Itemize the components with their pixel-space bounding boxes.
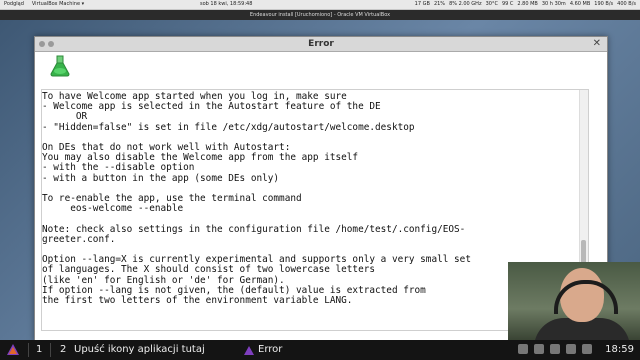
host-top-panel: Podgląd VirtualBox Machine ▾ sob 18 kwi,…	[0, 0, 640, 10]
host-stat: 2.80 MB	[517, 1, 538, 7]
close-button[interactable]: ✕	[593, 37, 601, 51]
error-dialog-titlebar[interactable]: Error ✕	[35, 37, 607, 52]
host-menu-item[interactable]: VirtualBox Machine ▾	[32, 0, 84, 9]
host-stat: 190 B/s	[594, 1, 614, 7]
vm-window-title: Endeavour install [Uruchomiono] - Oracle…	[0, 10, 640, 20]
host-clock[interactable]: sob 18 kwi, 18:59:48	[200, 0, 252, 9]
host-stat: 21%	[433, 1, 446, 7]
host-stat: 8% 2.00 GHz	[449, 1, 482, 7]
host-stat: 17 GB	[414, 1, 430, 7]
volume-icon[interactable]	[566, 344, 576, 354]
taskbar-separator	[28, 343, 29, 357]
display-icon[interactable]	[518, 344, 528, 354]
taskbar: 1 2 Upuść ikony aplikacji tutaj Error 18…	[0, 340, 640, 360]
message-text: To have Welcome app started when you log…	[42, 91, 471, 307]
taskbar-separator	[50, 343, 51, 357]
window-buttons	[39, 41, 54, 47]
host-stat: 99 C	[501, 1, 514, 7]
host-stat: 30°C	[485, 1, 498, 7]
endeavour-logo-icon[interactable]	[6, 343, 20, 357]
workspace-1[interactable]: 1	[36, 344, 42, 355]
dialog-title: Error	[308, 39, 334, 49]
system-tray	[518, 344, 592, 354]
window-button-icon[interactable]	[48, 41, 54, 47]
window-button-icon[interactable]	[39, 41, 45, 47]
host-stat: 400 B/s	[617, 1, 636, 7]
taskbar-task-error[interactable]: Error	[258, 344, 282, 355]
host-menu-item[interactable]: Podgląd	[4, 0, 24, 9]
usb-icon[interactable]	[550, 344, 560, 354]
taskbar-clock[interactable]: 18:59	[605, 344, 634, 355]
host-stat: 4.60 MB	[569, 1, 591, 7]
webcam-overlay	[508, 262, 640, 340]
power-icon[interactable]	[582, 344, 592, 354]
taskbar-drop-hint[interactable]: Upuść ikony aplikacji tutaj	[74, 344, 205, 355]
network-icon[interactable]	[534, 344, 544, 354]
workspace-2[interactable]: 2	[60, 344, 66, 355]
flask-icon	[50, 55, 70, 77]
endeavour-task-icon	[244, 346, 254, 355]
message-area[interactable]: To have Welcome app started when you log…	[41, 89, 589, 331]
host-stat: 30 h 30m	[541, 1, 566, 7]
